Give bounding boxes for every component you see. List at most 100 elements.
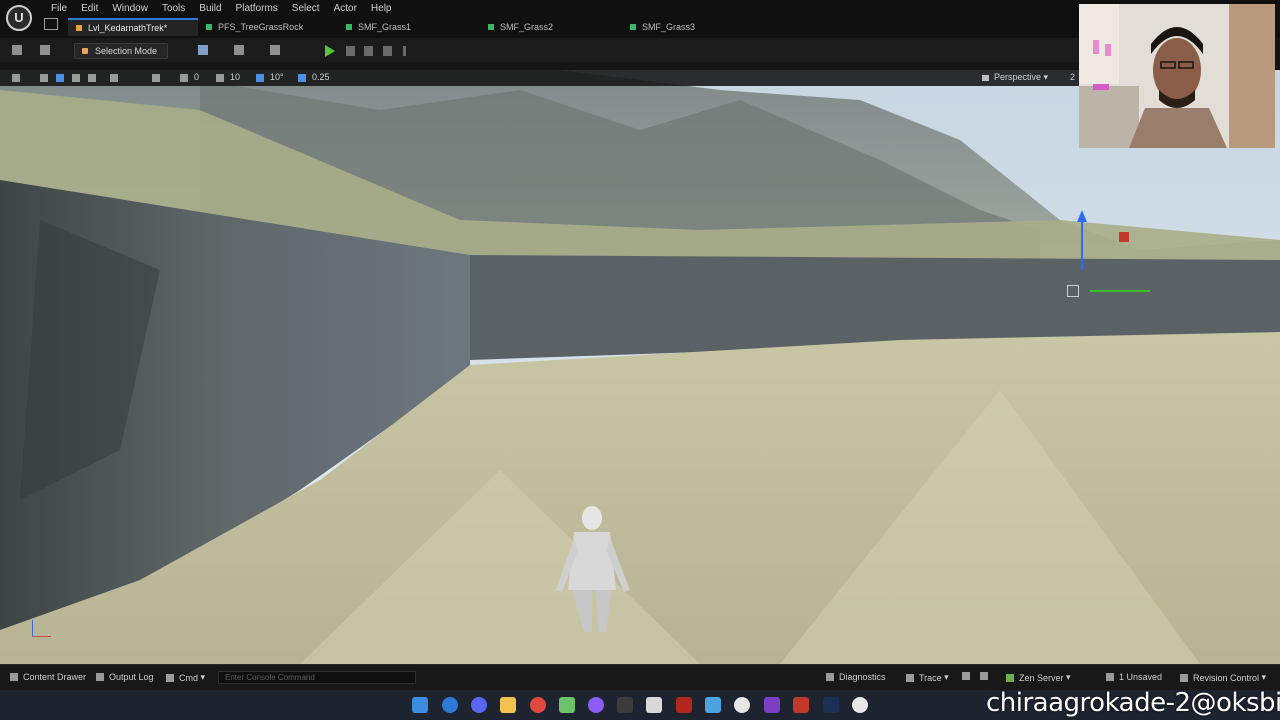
record-icon[interactable] <box>962 672 975 680</box>
screenshot-glyph <box>980 672 988 680</box>
save-icon[interactable] <box>12 45 22 55</box>
menu-help[interactable]: Help <box>364 2 399 16</box>
layout-toggle[interactable]: 2 <box>1070 72 1075 82</box>
file-explorer-icon[interactable] <box>500 697 516 713</box>
chrome-icon[interactable] <box>530 697 546 713</box>
gizmo-x-axis-icon[interactable] <box>1090 290 1150 292</box>
menu-edit[interactable]: Edit <box>74 2 105 16</box>
cmd-label: Cmd <box>179 672 199 683</box>
webcam-overlay <box>1079 4 1275 148</box>
scene-render <box>0 70 1280 664</box>
revision-control-dropdown[interactable]: Revision Control ▾ <box>1180 672 1266 683</box>
tab-smf-grass3[interactable]: SMF_Grass3 <box>622 18 752 36</box>
grid-snap-icon[interactable] <box>180 74 188 82</box>
layout-num-label: 2 <box>1070 72 1076 82</box>
unreal-logo-icon[interactable]: U <box>6 5 32 31</box>
browse-icon[interactable] <box>40 45 50 55</box>
clipboard-icon[interactable] <box>646 697 662 713</box>
world-axis-icon <box>32 620 51 637</box>
scale-snap-icon[interactable] <box>298 74 306 82</box>
rotation-snap-value[interactable]: 10° <box>270 72 284 82</box>
foliage-icon <box>206 24 212 30</box>
terminal-icon[interactable] <box>617 697 633 713</box>
play-icon[interactable] <box>325 45 335 57</box>
surface-snap-value[interactable]: 0 <box>194 72 199 82</box>
tab-smf2-label: SMF_Grass2 <box>500 22 554 32</box>
cmd-dropdown[interactable]: Cmd ▾ <box>166 672 205 683</box>
more-options-icon[interactable] <box>403 46 406 56</box>
gizmo-pivot-icon[interactable] <box>1067 285 1079 297</box>
obs-icon[interactable] <box>588 697 604 713</box>
camera-icon <box>982 75 989 81</box>
screenshot-icon[interactable] <box>980 672 993 680</box>
diagnostics-icon <box>826 673 834 681</box>
eject-icon[interactable] <box>383 46 392 56</box>
rotation-snap-icon[interactable] <box>256 74 264 82</box>
content-drawer-icon <box>10 673 18 681</box>
cinematics-icon[interactable] <box>270 45 280 55</box>
grid-icon[interactable] <box>216 74 224 82</box>
content-drawer-button[interactable]: Content Drawer <box>10 672 86 682</box>
console-command-input[interactable]: Enter Console Command <box>218 671 416 684</box>
unreal-engine-icon[interactable] <box>852 697 868 713</box>
document-tabs: Lvl_KedarnathTrek* PFS_TreeGrassRock SMF… <box>44 18 752 36</box>
menu-build[interactable]: Build <box>192 2 228 16</box>
diagnostics-button[interactable]: Diagnostics <box>826 672 886 682</box>
visual-studio-icon[interactable] <box>764 697 780 713</box>
scale-icon[interactable] <box>88 74 96 82</box>
unsaved-button[interactable]: 1 Unsaved <box>1106 672 1162 682</box>
menu-window[interactable]: Window <box>105 2 155 16</box>
status-bar: Content Drawer Output Log Cmd ▾ Enter Co… <box>0 664 1280 691</box>
tab-level[interactable]: Lvl_KedarnathTrek* <box>68 18 198 36</box>
menu-tools[interactable]: Tools <box>155 2 192 16</box>
media-icon[interactable] <box>793 697 809 713</box>
cmd-icon <box>166 673 174 682</box>
tab-level-label: Lvl_KedarnathTrek* <box>88 23 168 33</box>
select-icon[interactable] <box>40 74 48 82</box>
gizmo-point-icon[interactable] <box>1119 232 1129 242</box>
unsaved-icon <box>1106 673 1114 681</box>
foliage-icon <box>488 24 494 30</box>
viewport-toolbar: 0 10 10° 0.25 <box>0 70 1080 86</box>
selection-mode-dropdown[interactable]: Selection Mode <box>74 43 168 59</box>
surface-snap-icon[interactable] <box>152 74 160 82</box>
blueprint-icon[interactable] <box>234 45 244 55</box>
github-icon[interactable] <box>734 697 750 713</box>
diagnostics-label: Diagnostics <box>839 672 886 682</box>
zen-server-dropdown[interactable]: Zen Server ▾ <box>1006 672 1071 683</box>
acrobat-icon[interactable] <box>676 697 692 713</box>
world-local-icon[interactable] <box>110 74 118 82</box>
menu-file[interactable]: File <box>44 2 74 16</box>
store-icon[interactable] <box>705 697 721 713</box>
grid-snap-value[interactable]: 10 <box>230 72 240 82</box>
output-log-button[interactable]: Output Log <box>96 672 154 682</box>
menu-platforms[interactable]: Platforms <box>229 2 285 16</box>
translate-icon[interactable] <box>56 74 64 82</box>
level-icon <box>76 25 82 31</box>
step-icon[interactable] <box>346 46 355 56</box>
tab-smf1-label: SMF_Grass1 <box>358 22 412 32</box>
rotate-icon[interactable] <box>72 74 80 82</box>
stop-icon[interactable] <box>364 46 373 56</box>
windows-start-icon[interactable] <box>412 697 428 713</box>
photoshop-icon[interactable] <box>823 697 839 713</box>
notepad-icon[interactable] <box>559 697 575 713</box>
trace-dropdown[interactable]: Trace ▾ <box>906 672 949 683</box>
tab-smf-grass1[interactable]: SMF_Grass1 <box>338 18 480 36</box>
tab-smf3-label: SMF_Grass3 <box>642 22 696 32</box>
edge-icon[interactable] <box>442 697 458 713</box>
zen-server-label: Zen Server <box>1019 672 1064 683</box>
add-actor-icon[interactable] <box>198 45 208 55</box>
level-viewport[interactable] <box>0 70 1280 664</box>
tab-smf-grass2[interactable]: SMF_Grass2 <box>480 18 622 36</box>
tab-pfs-treegrassrock[interactable]: PFS_TreeGrassRock <box>198 18 338 36</box>
gizmo-z-axis-icon[interactable] <box>1077 210 1087 222</box>
viewport-menu-icon[interactable] <box>12 74 20 82</box>
scale-snap-value[interactable]: 0.25 <box>312 72 330 82</box>
view-mode-dropdown[interactable]: Perspective ▾ <box>994 72 1048 83</box>
discord-icon[interactable] <box>471 697 487 713</box>
menu-actor[interactable]: Actor <box>327 2 364 16</box>
gizmo-z-line[interactable] <box>1081 222 1083 270</box>
menu-select[interactable]: Select <box>285 2 327 16</box>
home-icon[interactable] <box>44 18 58 30</box>
